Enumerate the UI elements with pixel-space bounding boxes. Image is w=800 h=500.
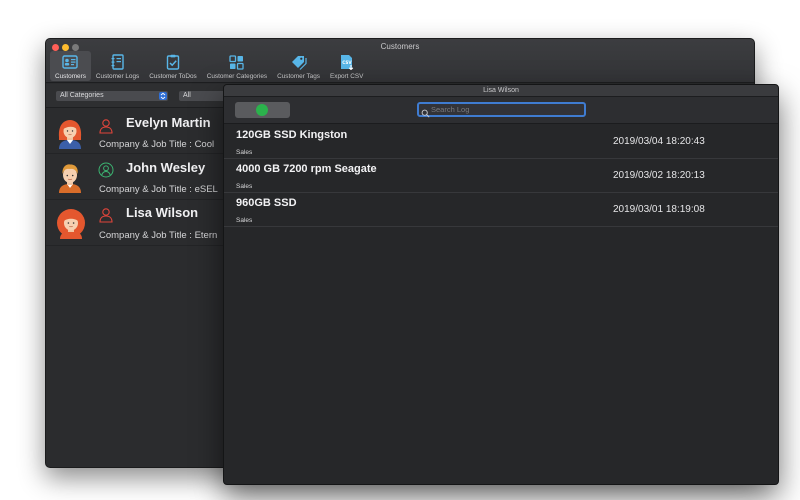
toolbar-export-csv[interactable]: CSV Export CSV [325, 51, 368, 81]
customer-row[interactable]: Evelyn Martin Company & Job Title : Cool [46, 109, 226, 154]
toolbar-customers[interactable]: Customers [50, 51, 91, 81]
log-toolbar [224, 97, 778, 124]
person-red-icon [98, 118, 114, 134]
search-icon [421, 105, 430, 118]
customer-name: John Wesley [126, 160, 206, 175]
contact-card-icon [62, 54, 79, 70]
tags-icon [291, 54, 307, 70]
toolbar-customer-tags[interactable]: Customer Tags [272, 51, 325, 81]
customer-company: Company & Job Title : Cool [99, 139, 215, 150]
customer-name: Lisa Wilson [126, 205, 199, 220]
window-title: Customers [380, 42, 420, 51]
search-log-field[interactable] [417, 102, 586, 118]
title-bar: Customers Customers Customer Logs Custom… [46, 39, 754, 83]
log-item-category: Sales [236, 149, 253, 156]
log-item-title: 4000 GB 7200 rpm Seagate [236, 163, 377, 175]
toolbar-label: Customer ToDos [149, 73, 197, 80]
customer-name: Evelyn Martin [126, 115, 211, 130]
log-entry-row[interactable]: 120GB SSD Kingston Sales 2019/03/04 18:2… [224, 125, 778, 159]
toolbar-label: Customer Categories [206, 73, 268, 80]
log-item-title: 120GB SSD Kingston [236, 129, 348, 141]
category-filter-value: All Categories [60, 92, 104, 99]
notebook-icon [110, 54, 126, 70]
log-item-date: 2019/03/02 18:20:13 [613, 170, 705, 181]
log-window-title: Lisa Wilson [224, 85, 778, 97]
log-entry-row[interactable]: 960GB SSD Sales 2019/03/01 18:19:08 [224, 193, 778, 227]
secondary-filter-select[interactable]: All [179, 91, 227, 101]
log-item-category: Sales [236, 217, 253, 224]
log-entry-row[interactable]: 4000 GB 7200 rpm Seagate Sales 2019/03/0… [224, 159, 778, 193]
toolbar: Customers Customer Logs Customer ToDos C… [50, 51, 368, 81]
toolbar-label: Export CSV [329, 73, 364, 80]
grid-icon [229, 54, 245, 70]
toolbar-label: Customer Logs [95, 73, 140, 80]
toolbar-label: Customers [55, 73, 86, 80]
customer-log-window: Lisa Wilson 120GB SSD Kingston Sales 201… [223, 84, 779, 485]
log-item-title: 960GB SSD [236, 197, 297, 209]
csv-file-icon: CSV [339, 54, 355, 70]
person-red-icon [98, 207, 114, 223]
clipboard-check-icon [165, 54, 181, 70]
category-filter-select[interactable]: All Categories [56, 91, 168, 101]
toolbar-label: Customer Tags [277, 73, 320, 80]
customer-company: Company & Job Title : Etern [99, 230, 218, 241]
svg-text:CSV: CSV [342, 60, 352, 65]
search-log-input[interactable] [431, 104, 581, 115]
customer-row[interactable]: John Wesley Company & Job Title : eSEL [46, 155, 226, 200]
log-item-date: 2019/03/01 18:19:08 [613, 204, 705, 215]
log-item-category: Sales [236, 183, 253, 190]
avatar [56, 119, 84, 149]
customer-company: Company & Job Title : eSEL [99, 184, 218, 195]
avatar [56, 163, 84, 193]
person-green-icon [98, 162, 114, 178]
customer-row[interactable]: Lisa Wilson Company & Job Title : Etern [46, 201, 226, 246]
add-circle-icon [256, 104, 268, 116]
secondary-filter-value: All [183, 92, 191, 99]
log-item-date: 2019/03/04 18:20:43 [613, 136, 705, 147]
avatar [56, 209, 85, 239]
toolbar-customer-categories[interactable]: Customer Categories [202, 51, 272, 81]
toolbar-customer-logs[interactable]: Customer Logs [91, 51, 144, 81]
select-stepper-icon [159, 92, 167, 100]
toolbar-customer-todos[interactable]: Customer ToDos [144, 51, 201, 81]
add-log-button[interactable] [235, 102, 290, 118]
